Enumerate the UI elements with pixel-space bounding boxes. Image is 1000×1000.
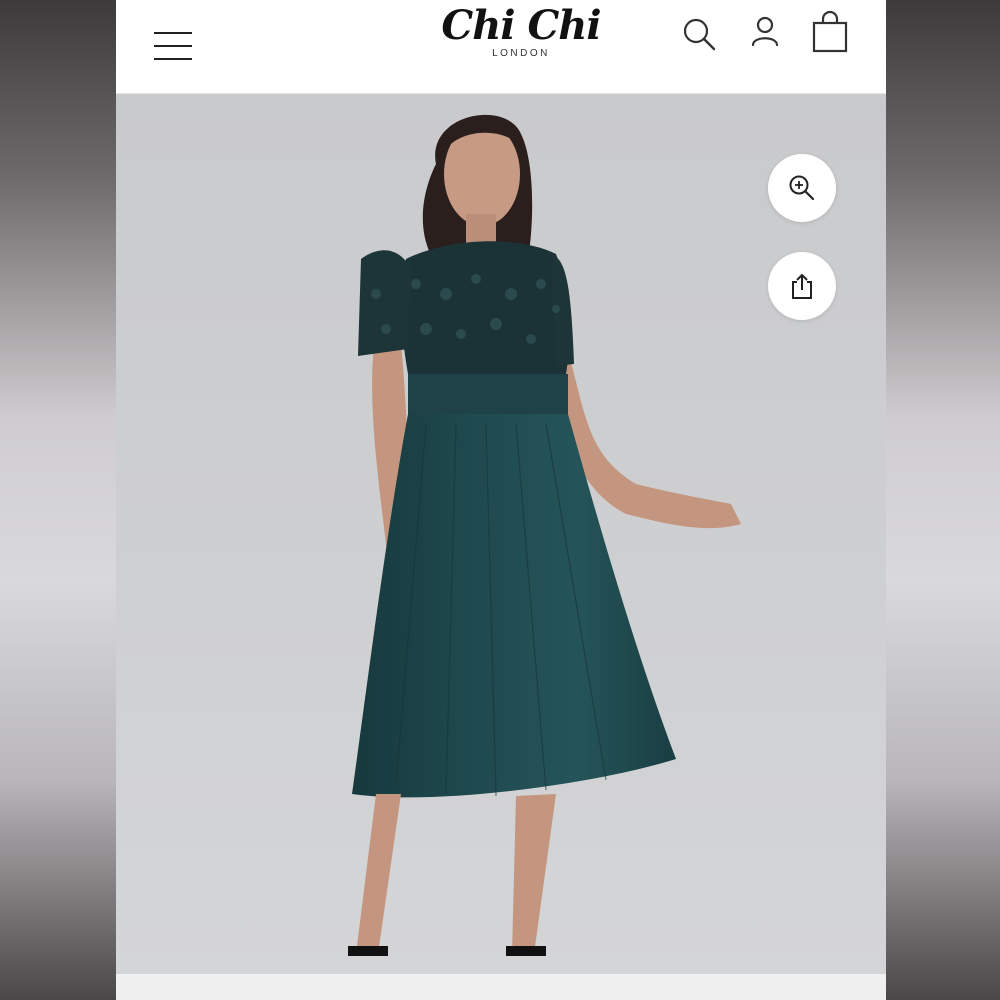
share-icon [792,274,812,299]
bag-button[interactable] [810,10,850,54]
left-background-blur [0,0,116,1000]
search-icon [683,18,716,51]
search-button[interactable] [681,16,717,52]
hamburger-menu-icon [154,32,192,34]
brand-name: Chi Chi [441,2,601,49]
zoom-in-icon [789,175,815,201]
account-button[interactable] [748,14,782,50]
right-background-blur [886,0,1000,1000]
zoom-button[interactable] [768,154,836,222]
product-photo[interactable] [116,94,886,974]
brand-logo[interactable]: Chi Chi LONDON [431,2,611,66]
user-icon [751,16,779,47]
site-header: Chi Chi LONDON [116,0,886,94]
shopping-bag-icon [812,10,848,53]
phone-screen: Chi Chi LONDON [116,0,886,1000]
model-in-dress-image [348,114,741,956]
photo-bottom-strip [116,974,886,1000]
menu-button[interactable] [150,26,196,66]
share-button[interactable] [768,252,836,320]
